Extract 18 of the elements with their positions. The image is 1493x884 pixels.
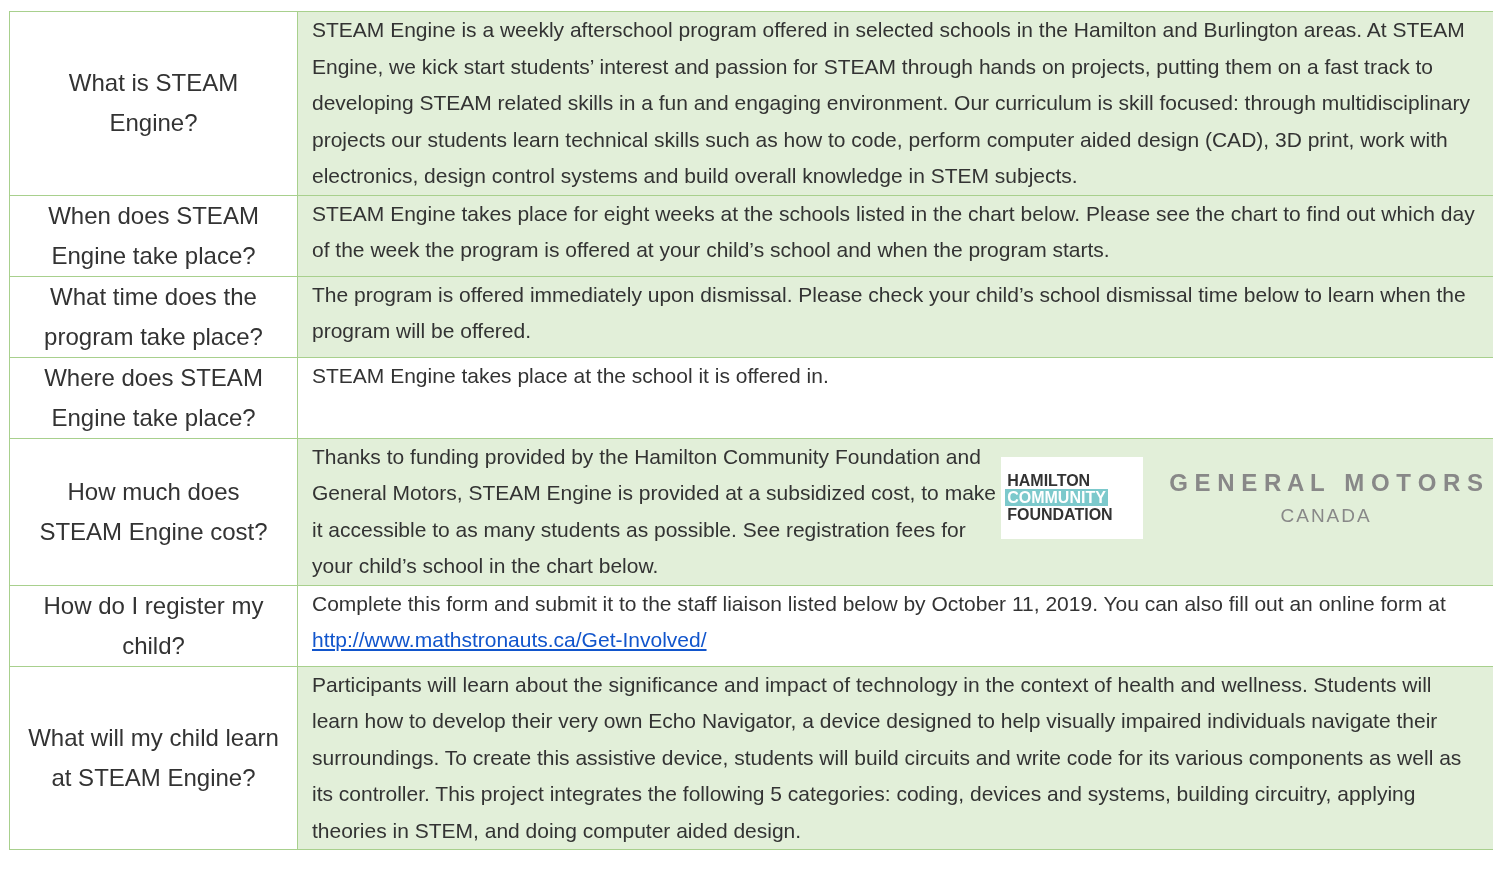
question-cell: When does STEAM Engine take place?	[10, 195, 298, 277]
question-cell: How do I register my child?	[10, 585, 298, 667]
answer-text: STEAM Engine takes place for eight weeks at the schools listed in the chart below. Please see the chart to find out which day of the week the program is offered at your child’s school and when the program starts.	[312, 201, 1475, 261]
answer-text: Complete this form and submit it to the staff liaison listed below by October 11, 2019. You can also fill out an online form at http://www.mathstronauts.ca/Get-Involved/	[312, 591, 1446, 651]
question-cell: What is STEAM Engine?	[10, 12, 298, 196]
answer-text: Participants will learn about the significance and impact of technology in the context of health and wellness. Students will learn how to develop their very own Echo Navigator, a device designed to help visually impaired individuals navigate their surroundings. To create this assistive device, students will build circuits and write code for its various components as well as its controller. This project integrates the following 5 categories: coding, devices and systems, building circuitry, applying theories in STEM, and doing computer aided design.	[312, 672, 1462, 842]
answer-text: STEAM Engine is a weekly afterschool program offered in selected schools in the Hamilton and Burlington areas. At STEAM Engine, we kick start students’ interest and passion for STEAM through hands on projects, putting them on a fast track to developing STEAM related skills in a fun and engaging environment. Our curriculum is skill focused: through multidisciplinary projects our students learn technical skills such as how to code, perform computer aided design (CAD), 3D print, work with electronics, design control systems and build overall knowledge in STEM subjects.	[312, 18, 1470, 187]
question-cell: Where does STEAM Engine take place?	[10, 357, 298, 439]
foundation-logo: HAMILTON COMMUNITY FOUNDATION	[1001, 456, 1144, 539]
link[interactable]: http://www.mathstronauts.ca/Get-Involved/	[312, 628, 707, 651]
motors-logo-subtitle: CANADA	[1280, 503, 1372, 528]
answer-text: STEAM Engine takes place at the school it is offered in.	[312, 363, 829, 387]
answer-text: The program is offered immediately upon dismissal. Please check your child’s school dismissal time below to learn when the program will be offered.	[312, 282, 1466, 342]
question-cell: How much does STEAM Engine cost?	[10, 438, 298, 586]
question-cell: What will my child learn at STEAM Engine?	[10, 666, 298, 850]
answer-text: Thanks to funding provided by the Hamilton Community Foundation and General Motors, STEAM Engine is provided at a subsidized cost, to make it accessible to as many students as possible. See registration fees for your child’s school in the chart below.	[312, 444, 996, 577]
motors-logo-text: G E N E R A L M O T O R S	[1169, 467, 1483, 498]
question-cell: What time does the program take place?	[10, 276, 298, 358]
